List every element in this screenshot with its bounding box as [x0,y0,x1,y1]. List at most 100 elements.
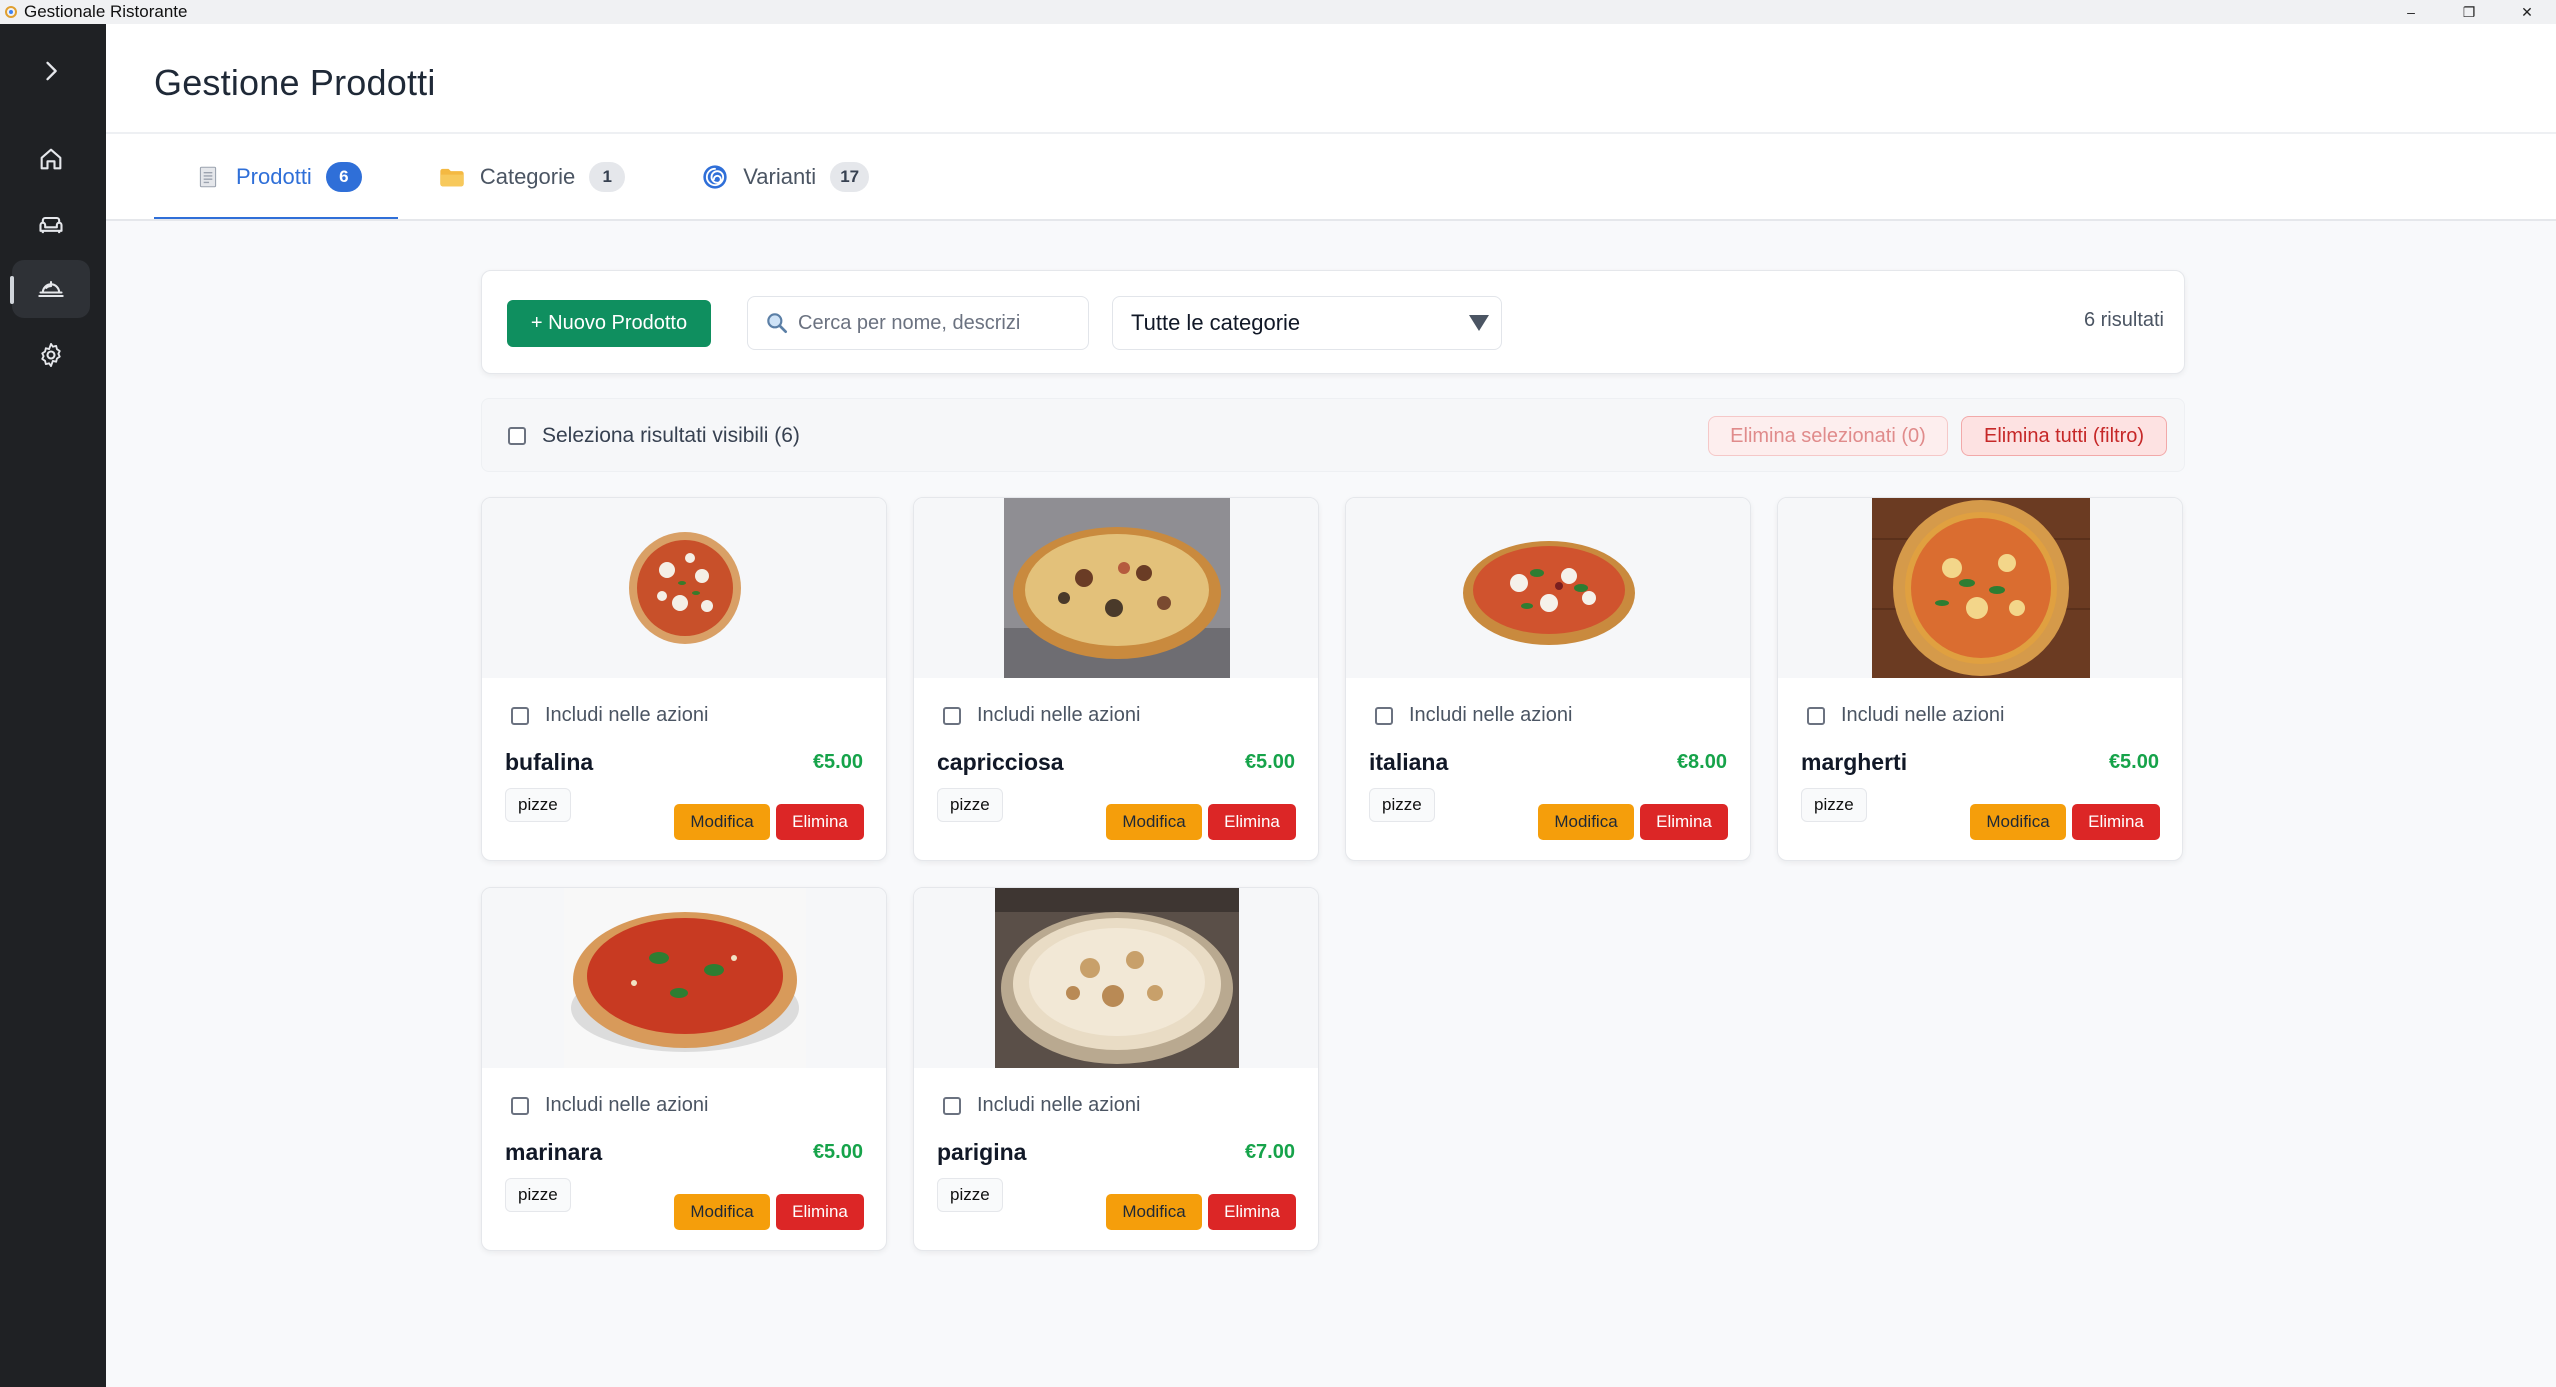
minimize-button[interactable]: – [2382,0,2440,24]
tab-varianti[interactable]: Varianti 17 [661,134,905,220]
include-checkbox[interactable] [511,1096,529,1115]
sofa-icon [39,216,63,234]
product-name: bufalina [505,749,594,775]
category-tag: pizze [937,1178,1003,1212]
include-checkbox[interactable] [1375,706,1393,725]
swirl-icon [701,163,729,191]
product-name: italiana [1369,749,1449,775]
selection-bar: Seleziona risultati visibili (6) Elimina… [481,398,2185,472]
results-count: 6 risultati [2083,309,2164,331]
search-box [747,296,1089,350]
select-visible-checkbox[interactable] [508,427,526,445]
edit-product-button[interactable]: Modifica [1106,804,1202,840]
product-card: Includi nelle azioni parigina €7.00 pizz… [913,887,1319,1251]
delete-product-button[interactable]: Elimina [776,804,864,840]
gear-icon [41,342,61,368]
delete-all-filtered-button[interactable]: Elimina tutti (filtro) [1961,416,2167,456]
product-name: margherti [1801,749,1908,775]
sidebar-expand-button[interactable] [12,42,90,100]
include-label: Includi nelle azioni [545,1094,709,1116]
select-visible-label: Seleziona risultati visibili (6) [542,424,800,447]
category-tag: pizze [937,788,1003,822]
product-card: Includi nelle azioni capricciosa €5.00 p… [913,497,1319,861]
edit-product-button[interactable]: Modifica [674,1194,770,1230]
product-image [914,498,1318,678]
include-checkbox[interactable] [943,1096,961,1115]
include-label: Includi nelle azioni [1409,704,1573,726]
sidebar-item-settings[interactable] [12,326,90,384]
delete-product-button[interactable]: Elimina [1208,804,1296,840]
category-tag: pizze [505,788,571,822]
product-image [914,888,1318,1068]
product-price: €7.00 [1244,1141,1295,1163]
tab-count-badge: 1 [589,162,626,192]
tab-label: Categorie [479,164,576,189]
product-image [482,498,886,678]
close-button[interactable]: ✕ [2498,0,2556,24]
product-price: €8.00 [1676,751,1727,773]
sidebar-item-tables[interactable] [12,196,90,254]
delete-product-button[interactable]: Elimina [1640,804,1728,840]
window-title: Gestionale Ristorante [24,2,188,21]
new-product-button[interactable]: + Nuovo Prodotto [507,300,711,347]
search-input[interactable] [798,311,1088,335]
sidebar-item-home[interactable] [12,130,90,188]
product-name: parigina [937,1139,1027,1165]
product-name: marinara [505,1139,603,1165]
category-tag: pizze [1369,788,1435,822]
delete-product-button[interactable]: Elimina [1208,1194,1296,1230]
edit-product-button[interactable]: Modifica [674,804,770,840]
sidebar [0,24,106,1387]
tab-label: Varianti [743,164,817,189]
tab-count-badge: 17 [830,162,870,192]
include-label: Includi nelle azioni [545,704,709,726]
include-label: Includi nelle azioni [977,704,1141,726]
product-card: Includi nelle azioni marinara €5.00 pizz… [481,887,887,1251]
delete-product-button[interactable]: Elimina [776,1194,864,1230]
content-area [106,221,2556,1387]
include-in-actions[interactable]: Includi nelle azioni [511,704,708,727]
home-icon [40,148,62,170]
include-checkbox[interactable] [1807,706,1825,725]
edit-product-button[interactable]: Modifica [1538,804,1634,840]
category-select-value: Tutte le categorie [1131,310,1301,335]
category-select[interactable]: Tutte le categorie [1112,296,1502,350]
edit-product-button[interactable]: Modifica [1106,1194,1202,1230]
chevron-down-icon [1469,315,1489,331]
dish-icon [38,280,64,298]
restore-button[interactable]: ❐ [2440,0,2498,24]
include-checkbox[interactable] [943,706,961,725]
delete-selected-button[interactable]: Elimina selezionati (0) [1708,416,1948,456]
product-image [482,888,886,1068]
tab-count-badge: 6 [325,162,362,192]
tab-categorie[interactable]: Categorie 1 [398,134,661,220]
include-in-actions[interactable]: Includi nelle azioni [511,1094,708,1117]
product-image [1778,498,2182,678]
product-card: Includi nelle azioni italiana €8.00 pizz… [1345,497,1751,861]
include-in-actions[interactable]: Includi nelle azioni [1375,704,1572,727]
delete-product-button[interactable]: Elimina [2072,804,2160,840]
sidebar-item-products[interactable] [10,260,90,318]
product-price: €5.00 [812,1141,863,1163]
include-label: Includi nelle azioni [1841,704,2005,726]
include-label: Includi nelle azioni [977,1094,1141,1116]
tab-prodotti[interactable]: Prodotti 6 [154,134,398,221]
tab-bar: Prodotti 6 Categorie 1 Varianti 17 [154,134,905,221]
product-image [1346,498,1750,678]
chevron-right-icon [46,61,57,81]
folder-icon [438,163,466,191]
include-checkbox[interactable] [511,706,529,725]
include-in-actions[interactable]: Includi nelle azioni [943,704,1140,727]
product-price: €5.00 [2108,751,2159,773]
document-icon [194,163,222,191]
include-in-actions[interactable]: Includi nelle azioni [943,1094,1140,1117]
edit-product-button[interactable]: Modifica [1970,804,2066,840]
include-in-actions[interactable]: Includi nelle azioni [1807,704,2004,727]
product-price: €5.00 [812,751,863,773]
product-name: capricciosa [937,749,1064,775]
category-tag: pizze [1801,788,1867,822]
page-title: Gestione Prodotti [154,62,436,103]
product-card: Includi nelle azioni bufalina €5.00 pizz… [481,497,887,861]
product-card: Includi nelle azioni margherti €5.00 piz… [1777,497,2183,861]
app-icon [4,5,18,19]
